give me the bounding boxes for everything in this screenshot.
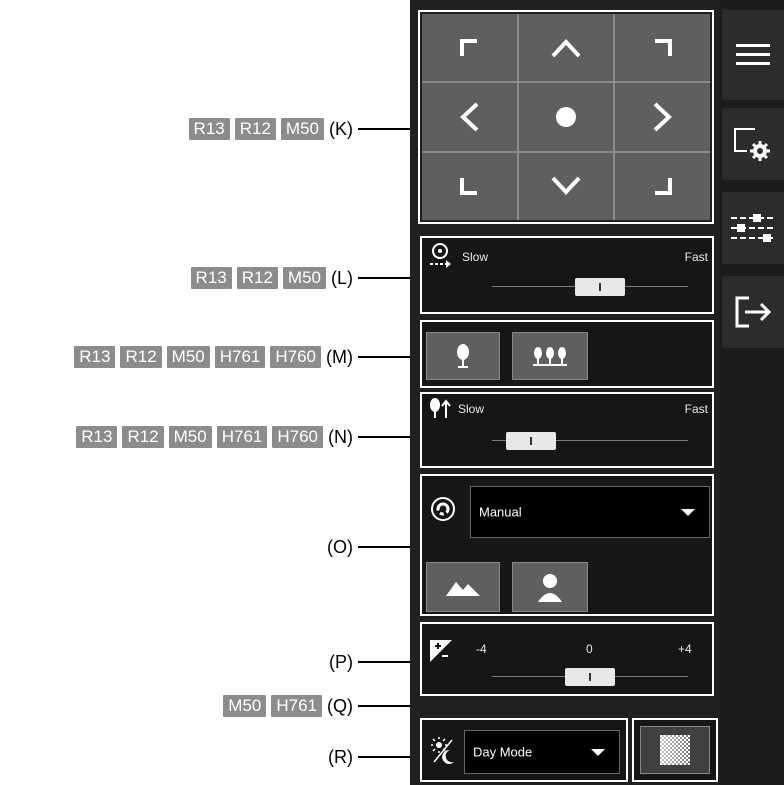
gradient-section <box>632 718 718 782</box>
model-tag: H760 <box>270 346 322 368</box>
callout-o: (O) <box>322 535 358 559</box>
callout-m: R13 R12 M50 H761 H760 (M) <box>69 345 358 369</box>
callout-letter: (Q) <box>327 695 353 716</box>
day-night-icon <box>431 737 454 764</box>
portrait-icon <box>538 574 562 602</box>
exposure-compensation-icon <box>430 640 452 662</box>
tree-multiple-icon <box>533 347 567 366</box>
callout-r: (R) <box>323 745 358 769</box>
callout-letter: (O) <box>327 536 353 557</box>
slow-label: Slow <box>458 402 485 416</box>
chevron-down-icon <box>591 749 605 756</box>
model-tag: R12 <box>120 346 162 368</box>
model-tag: M50 <box>223 695 267 717</box>
portrait-button[interactable] <box>512 562 588 612</box>
callout-letter: (K) <box>329 118 353 139</box>
dropdown-value: Manual <box>479 504 522 520</box>
landscape-button[interactable] <box>426 562 500 612</box>
focus-preset-dropdown[interactable]: Manual <box>470 486 710 538</box>
menu-button[interactable] <box>722 10 784 100</box>
slow-label: Slow <box>462 250 489 264</box>
model-tag: M50 <box>282 267 326 289</box>
exposure-max-label: +4 <box>678 642 692 656</box>
fast-label: Fast <box>684 250 708 264</box>
home-dot-icon <box>555 106 576 127</box>
callout-n: R13 R12 M50 H761 H760 (N) <box>71 425 358 449</box>
pan-down-button[interactable] <box>518 152 614 220</box>
model-tag: M50 <box>168 426 212 448</box>
camera-settings-button[interactable] <box>722 108 784 180</box>
pan-down-left-button[interactable] <box>422 152 517 220</box>
chevron-up-icon <box>551 38 581 58</box>
callout-letter: (N) <box>328 426 353 447</box>
model-tag: R13 <box>188 118 230 140</box>
model-tag: R12 <box>122 426 164 448</box>
callout-q: M50 H761 (Q) <box>218 694 358 718</box>
pan-up-right-button[interactable] <box>615 14 710 82</box>
callout-letter: (R) <box>328 746 353 767</box>
model-tag: H761 <box>216 426 268 448</box>
pan-right-button[interactable] <box>615 83 710 151</box>
exit-button[interactable] <box>722 276 784 348</box>
gradient-button[interactable] <box>640 726 710 774</box>
exposure-min-label: -4 <box>476 642 487 656</box>
chevron-left-icon <box>460 102 479 132</box>
focus-preset-icon <box>431 497 455 521</box>
model-tag: H760 <box>272 426 323 448</box>
focus-far-button[interactable] <box>512 332 588 380</box>
tree-single-icon <box>457 344 469 368</box>
gradient-icon <box>660 735 690 765</box>
focus-speed-icon <box>430 398 451 418</box>
model-tag: H761 <box>214 346 266 368</box>
home-position-button[interactable] <box>518 83 614 151</box>
focus-preset-section: Manual <box>420 474 714 616</box>
focus-speed-section: Slow Fast <box>420 392 714 468</box>
model-tag: R13 <box>74 346 116 368</box>
model-tag: R13 <box>190 267 232 289</box>
landscape-icon <box>446 582 480 596</box>
chevron-right-icon <box>653 102 672 132</box>
exposure-slider-thumb[interactable] <box>565 668 615 686</box>
menu-icon <box>736 44 770 65</box>
exposure-section: -4 0 +4 <box>420 622 714 696</box>
model-tag: R13 <box>76 426 118 448</box>
day-night-dropdown[interactable]: Day Mode <box>464 730 620 774</box>
up-right-icon <box>654 38 672 56</box>
adjustments-button[interactable] <box>722 192 784 264</box>
up-left-icon <box>460 38 478 56</box>
focus-speed-slider-thumb[interactable] <box>506 432 557 450</box>
down-left-icon <box>460 178 478 196</box>
callout-k: R13 R12 M50 (K) <box>184 117 358 141</box>
chevron-down-icon <box>551 176 581 196</box>
callout-letter: (L) <box>331 267 353 288</box>
ptz-pad <box>422 14 710 220</box>
model-tag: H761 <box>271 695 322 717</box>
focus-near-button[interactable] <box>426 332 500 380</box>
pan-down-right-button[interactable] <box>615 152 710 220</box>
exit-icon <box>735 296 771 328</box>
model-tag: R12 <box>234 118 276 140</box>
pan-speed-icon <box>430 243 451 268</box>
exposure-mid-label: 0 <box>586 642 593 656</box>
dropdown-value: Day Mode <box>473 744 533 760</box>
sliders-icon <box>731 214 775 242</box>
focus-mode-section <box>420 320 714 388</box>
down-right-icon <box>654 178 672 196</box>
callout-p: (P) <box>324 650 358 674</box>
camera-settings-icon <box>734 128 770 161</box>
pan-up-left-button[interactable] <box>422 14 517 82</box>
callout-letter: (M) <box>326 346 353 367</box>
callout-l: R13 R12 M50 (L) <box>186 266 358 290</box>
day-night-section: Day Mode <box>420 718 628 782</box>
model-tag: R12 <box>236 267 278 289</box>
pan-left-button[interactable] <box>422 83 517 151</box>
chevron-down-icon <box>681 509 695 516</box>
model-tag: M50 <box>166 346 210 368</box>
pan-tilt-speed-section: Slow Fast <box>420 236 714 314</box>
pan-speed-slider-thumb[interactable] <box>574 278 625 296</box>
pan-up-button[interactable] <box>518 14 614 82</box>
callout-letter: (P) <box>329 651 353 672</box>
fast-label: Fast <box>684 402 708 416</box>
model-tag: M50 <box>280 118 324 140</box>
